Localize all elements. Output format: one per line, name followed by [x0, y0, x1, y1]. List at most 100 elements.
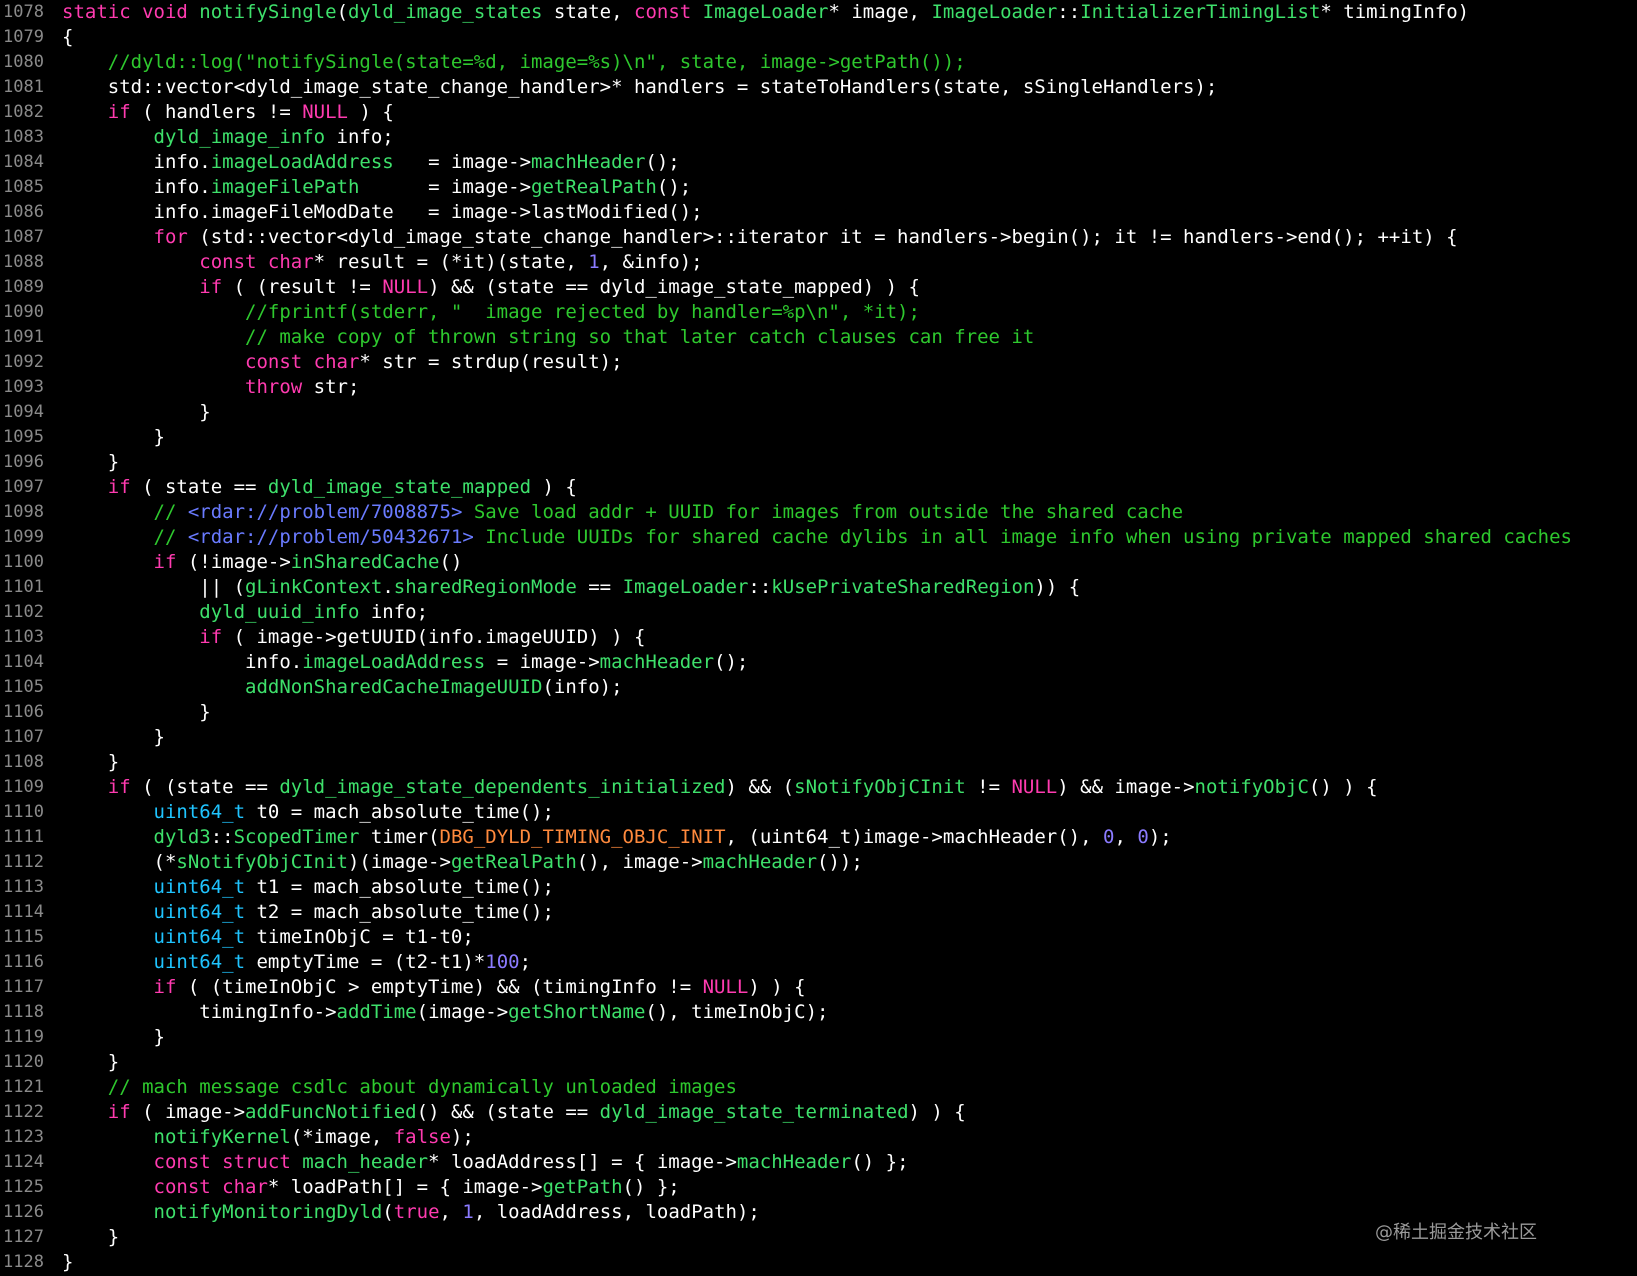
code-token: Save load addr + UUID for images from ou… — [462, 501, 1184, 523]
code-token: <rdar://problem/7008875> — [187, 501, 463, 523]
code-line[interactable]: 1088 const char* result = (*it)(state, 1… — [0, 250, 1637, 275]
code-line[interactable]: 1103 if ( image->getUUID(info.imageUUID)… — [0, 625, 1637, 650]
code-token: } — [62, 1226, 120, 1248]
code-line[interactable]: 1105 addNonSharedCacheImageUUID(info); — [0, 675, 1637, 700]
code-token: if — [62, 626, 223, 648]
code-line[interactable]: 1078 static void notifySingle(dyld_image_… — [0, 0, 1637, 25]
code-token: if — [62, 101, 131, 123]
code-token: gLinkContext — [245, 576, 383, 598]
code-token: machHeader — [702, 851, 818, 873]
code-text: dyld3::ScopedTimer timer(DBG_DYLD_TIMING… — [62, 825, 1172, 850]
code-editor[interactable]: 1078 static void notifySingle(dyld_image_… — [0, 0, 1637, 1276]
line-number: 1095 — [3, 427, 44, 447]
code-token: 1 — [588, 251, 600, 273]
code-line[interactable]: 1114 uint64_t t2 = mach_absolute_time(); — [0, 900, 1637, 925]
code-line[interactable]: 1085 info.imageFilePath = image->getReal… — [0, 175, 1637, 200]
code-text: info.imageLoadAddress = image->machHeade… — [62, 150, 680, 175]
code-token: ( (state == — [130, 776, 280, 798]
code-token: uint64_t — [62, 951, 246, 973]
code-token: (); — [645, 151, 680, 173]
code-line[interactable]: 1110 uint64_t t0 = mach_absolute_time(); — [0, 800, 1637, 825]
code-line[interactable]: 1123 notifyKernel(*image, false); — [0, 1125, 1637, 1150]
code-text: } — [62, 1225, 119, 1250]
code-text: throw str; — [62, 375, 359, 400]
code-token: uint64_t — [62, 876, 246, 898]
code-line[interactable]: 1081 std::vector<dyld_image_state_change… — [0, 75, 1637, 100]
code-line[interactable]: 1082 if ( handlers != NULL ) { — [0, 100, 1637, 125]
code-line[interactable]: 1113 uint64_t t1 = mach_absolute_time(); — [0, 875, 1637, 900]
code-line[interactable]: 1119 } — [0, 1025, 1637, 1050]
code-text: for (std::vector<dyld_image_state_change… — [62, 225, 1458, 250]
code-line[interactable]: 1090 //fprintf(stderr, " image rejected … — [0, 300, 1637, 325]
code-token: if — [62, 476, 131, 498]
code-token: dyld_image_states — [348, 1, 543, 23]
line-number: 1087 — [3, 227, 44, 247]
code-token: static void — [62, 1, 200, 23]
code-line[interactable]: 1128} — [0, 1250, 1637, 1275]
code-line[interactable]: 1087 for (std::vector<dyld_image_state_c… — [0, 225, 1637, 250]
code-token: (), image-> — [576, 851, 703, 873]
code-line[interactable]: 1125 const char* loadPath[] = { image->g… — [0, 1175, 1637, 1200]
code-line[interactable]: 1122 if ( image->addFuncNotified() && (s… — [0, 1100, 1637, 1125]
code-line[interactable]: 1106 } — [0, 700, 1637, 725]
code-line[interactable]: 1093 throw str; — [0, 375, 1637, 400]
code-text: const char* loadPath[] = { image->getPat… — [62, 1175, 680, 1200]
code-line[interactable]: 1124 const struct mach_header* loadAddre… — [0, 1150, 1637, 1175]
code-line[interactable]: 1116 uint64_t emptyTime = (t2-t1)*100; — [0, 950, 1637, 975]
code-line[interactable]: 1097 if ( state == dyld_image_state_mapp… — [0, 475, 1637, 500]
line-number: 1098 — [3, 502, 44, 522]
code-line[interactable]: 1086 info.imageFileModDate = image->last… — [0, 200, 1637, 225]
code-line[interactable]: 1080 //dyld::log("notifySingle(state=%d,… — [0, 50, 1637, 75]
code-token: (* — [62, 851, 177, 873]
code-line[interactable]: 1079 { — [0, 25, 1637, 50]
code-line[interactable]: 1111 dyld3::ScopedTimer timer(DBG_DYLD_T… — [0, 825, 1637, 850]
code-token: //fprintf(stderr, " image rejected by ha… — [62, 301, 920, 323]
line-number: 1125 — [3, 1177, 44, 1197]
code-line[interactable]: 1112 (*sNotifyObjCInit)(image->getRealPa… — [0, 850, 1637, 875]
code-line[interactable]: 1108 } — [0, 750, 1637, 775]
line-number: 1105 — [3, 677, 44, 697]
code-text: if ( image->addFuncNotified() && (state … — [62, 1100, 966, 1125]
code-text: std::vector<dyld_image_state_change_hand… — [62, 75, 1218, 100]
line-number: 1086 — [3, 202, 44, 222]
code-line[interactable]: 1109 if ( (state == dyld_image_state_dep… — [0, 775, 1637, 800]
code-line[interactable]: 1102 dyld_uuid_info info; — [0, 600, 1637, 625]
code-token: notifyMonitoringDyld — [62, 1201, 383, 1223]
code-token: . — [382, 576, 394, 598]
code-token: ()); — [817, 851, 863, 873]
code-line[interactable]: 1120 } — [0, 1050, 1637, 1075]
code-line[interactable]: 1094 } — [0, 400, 1637, 425]
code-line[interactable]: 1092 const char* str = strdup(result); — [0, 350, 1637, 375]
code-token: dyld_image_state_dependents_initialized — [279, 776, 726, 798]
code-text: if ( (state == dyld_image_state_dependen… — [62, 775, 1378, 800]
code-line[interactable]: 1101 || (gLinkContext.sharedRegionMode =… — [0, 575, 1637, 600]
code-line[interactable]: 1104 info.imageLoadAddress = image->mach… — [0, 650, 1637, 675]
code-text: uint64_t t0 = mach_absolute_time(); — [62, 800, 554, 825]
code-line[interactable]: 1083 dyld_image_info info; — [0, 125, 1637, 150]
code-line[interactable]: 1118 timingInfo->addTime(image->getShort… — [0, 1000, 1637, 1025]
code-line[interactable]: 1107 } — [0, 725, 1637, 750]
code-token: Include UUIDs for shared cache dylibs in… — [473, 526, 1572, 548]
code-line[interactable]: 1099 // <rdar://problem/50432671> Includ… — [0, 525, 1637, 550]
code-line[interactable]: 1091 // make copy of thrown string so th… — [0, 325, 1637, 350]
code-line[interactable]: 1098 // <rdar://problem/7008875> Save lo… — [0, 500, 1637, 525]
code-line[interactable]: 1096 } — [0, 450, 1637, 475]
line-number: 1120 — [3, 1052, 44, 1072]
line-number: 1113 — [3, 877, 44, 897]
code-line[interactable]: 1084 info.imageLoadAddress = image->mach… — [0, 150, 1637, 175]
code-token: )(image-> — [347, 851, 451, 873]
code-token: t2 = mach_absolute_time(); — [245, 901, 554, 923]
code-token: ( image->getUUID(info.imageUUID) ) { — [222, 626, 646, 648]
code-token: , loadAddress, loadPath); — [473, 1201, 760, 1223]
code-line[interactable]: 1117 if ( (timeInObjC > emptyTime) && (t… — [0, 975, 1637, 1000]
code-line[interactable]: 1121 // mach message csdlc about dynamic… — [0, 1075, 1637, 1100]
code-text: info.imageLoadAddress = image->machHeade… — [62, 650, 748, 675]
code-token: ); — [450, 1126, 474, 1148]
code-line[interactable]: 1089 if ( (result != NULL) && (state == … — [0, 275, 1637, 300]
code-line[interactable]: 1095 } — [0, 425, 1637, 450]
code-token: = image-> — [485, 651, 600, 673]
code-token: * image, — [828, 1, 932, 23]
code-line[interactable]: 1115 uint64_t timeInObjC = t1-t0; — [0, 925, 1637, 950]
code-token: inSharedCache — [290, 551, 440, 573]
code-line[interactable]: 1100 if (!image->inSharedCache() — [0, 550, 1637, 575]
